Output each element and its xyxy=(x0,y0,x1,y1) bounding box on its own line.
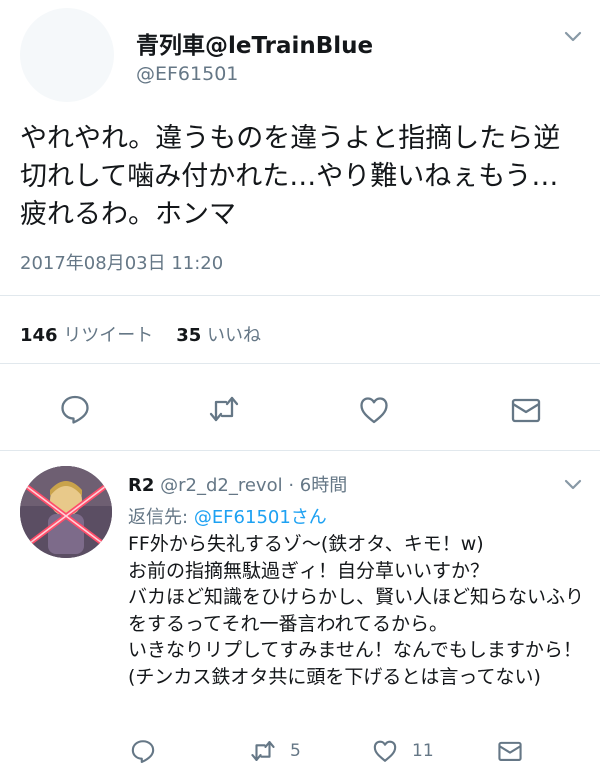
author-avatar[interactable] xyxy=(20,8,114,102)
tweet-stats: 146 リツイート 35 いいね xyxy=(20,321,261,347)
reply-text: FF外から失礼するゾ〜(鉄オタ、キモ！w) お前の指摘無駄過ぎィ！自分草いいすか… xyxy=(128,533,585,688)
like-count[interactable]: 35 xyxy=(176,325,201,346)
reply-like-count[interactable]: 11 xyxy=(412,741,434,761)
divider xyxy=(0,363,600,364)
chevron-down-icon[interactable] xyxy=(562,25,584,47)
reply-retweet-count[interactable]: 5 xyxy=(290,741,301,761)
divider xyxy=(0,295,600,296)
retweet-label[interactable]: リツイート xyxy=(63,325,153,346)
reply-icon[interactable] xyxy=(59,393,91,425)
dm-icon[interactable] xyxy=(497,738,523,764)
reply-avatar[interactable] xyxy=(20,466,112,558)
retweet-icon[interactable] xyxy=(208,393,240,425)
reply-author-line: R2 @r2_d2_revol · 6時間 xyxy=(128,471,347,497)
retweet-icon[interactable] xyxy=(250,738,276,764)
chevron-down-icon[interactable] xyxy=(562,473,584,495)
author-display-name[interactable]: 青列車@leTrainBlue xyxy=(136,26,373,60)
replying-label: 返信先: xyxy=(128,507,189,528)
reply-handle-time[interactable]: @r2_d2_revol · 6時間 xyxy=(160,475,347,496)
avatar-image xyxy=(20,466,112,558)
tweet-text: やれやれ。違うものを違うよと指摘したら逆切れして噛み付かれた…やり難いねぇもう…… xyxy=(20,123,561,230)
retweet-count[interactable]: 146 xyxy=(20,325,58,346)
dm-icon[interactable] xyxy=(510,394,542,426)
divider xyxy=(0,450,600,451)
like-icon[interactable] xyxy=(372,738,398,764)
replying-to-link[interactable]: @EF61501さん xyxy=(194,507,327,528)
tweet-timestamp[interactable]: 2017年08月03日 11:20 xyxy=(20,249,223,275)
replying-to: 返信先: @EF61501さん xyxy=(128,503,327,529)
reply-icon[interactable] xyxy=(130,738,156,764)
like-icon[interactable] xyxy=(358,394,390,426)
like-label[interactable]: いいね xyxy=(207,325,261,346)
author-handle[interactable]: @EF61501 xyxy=(136,63,238,85)
reply-display-name[interactable]: R2 xyxy=(128,475,154,496)
